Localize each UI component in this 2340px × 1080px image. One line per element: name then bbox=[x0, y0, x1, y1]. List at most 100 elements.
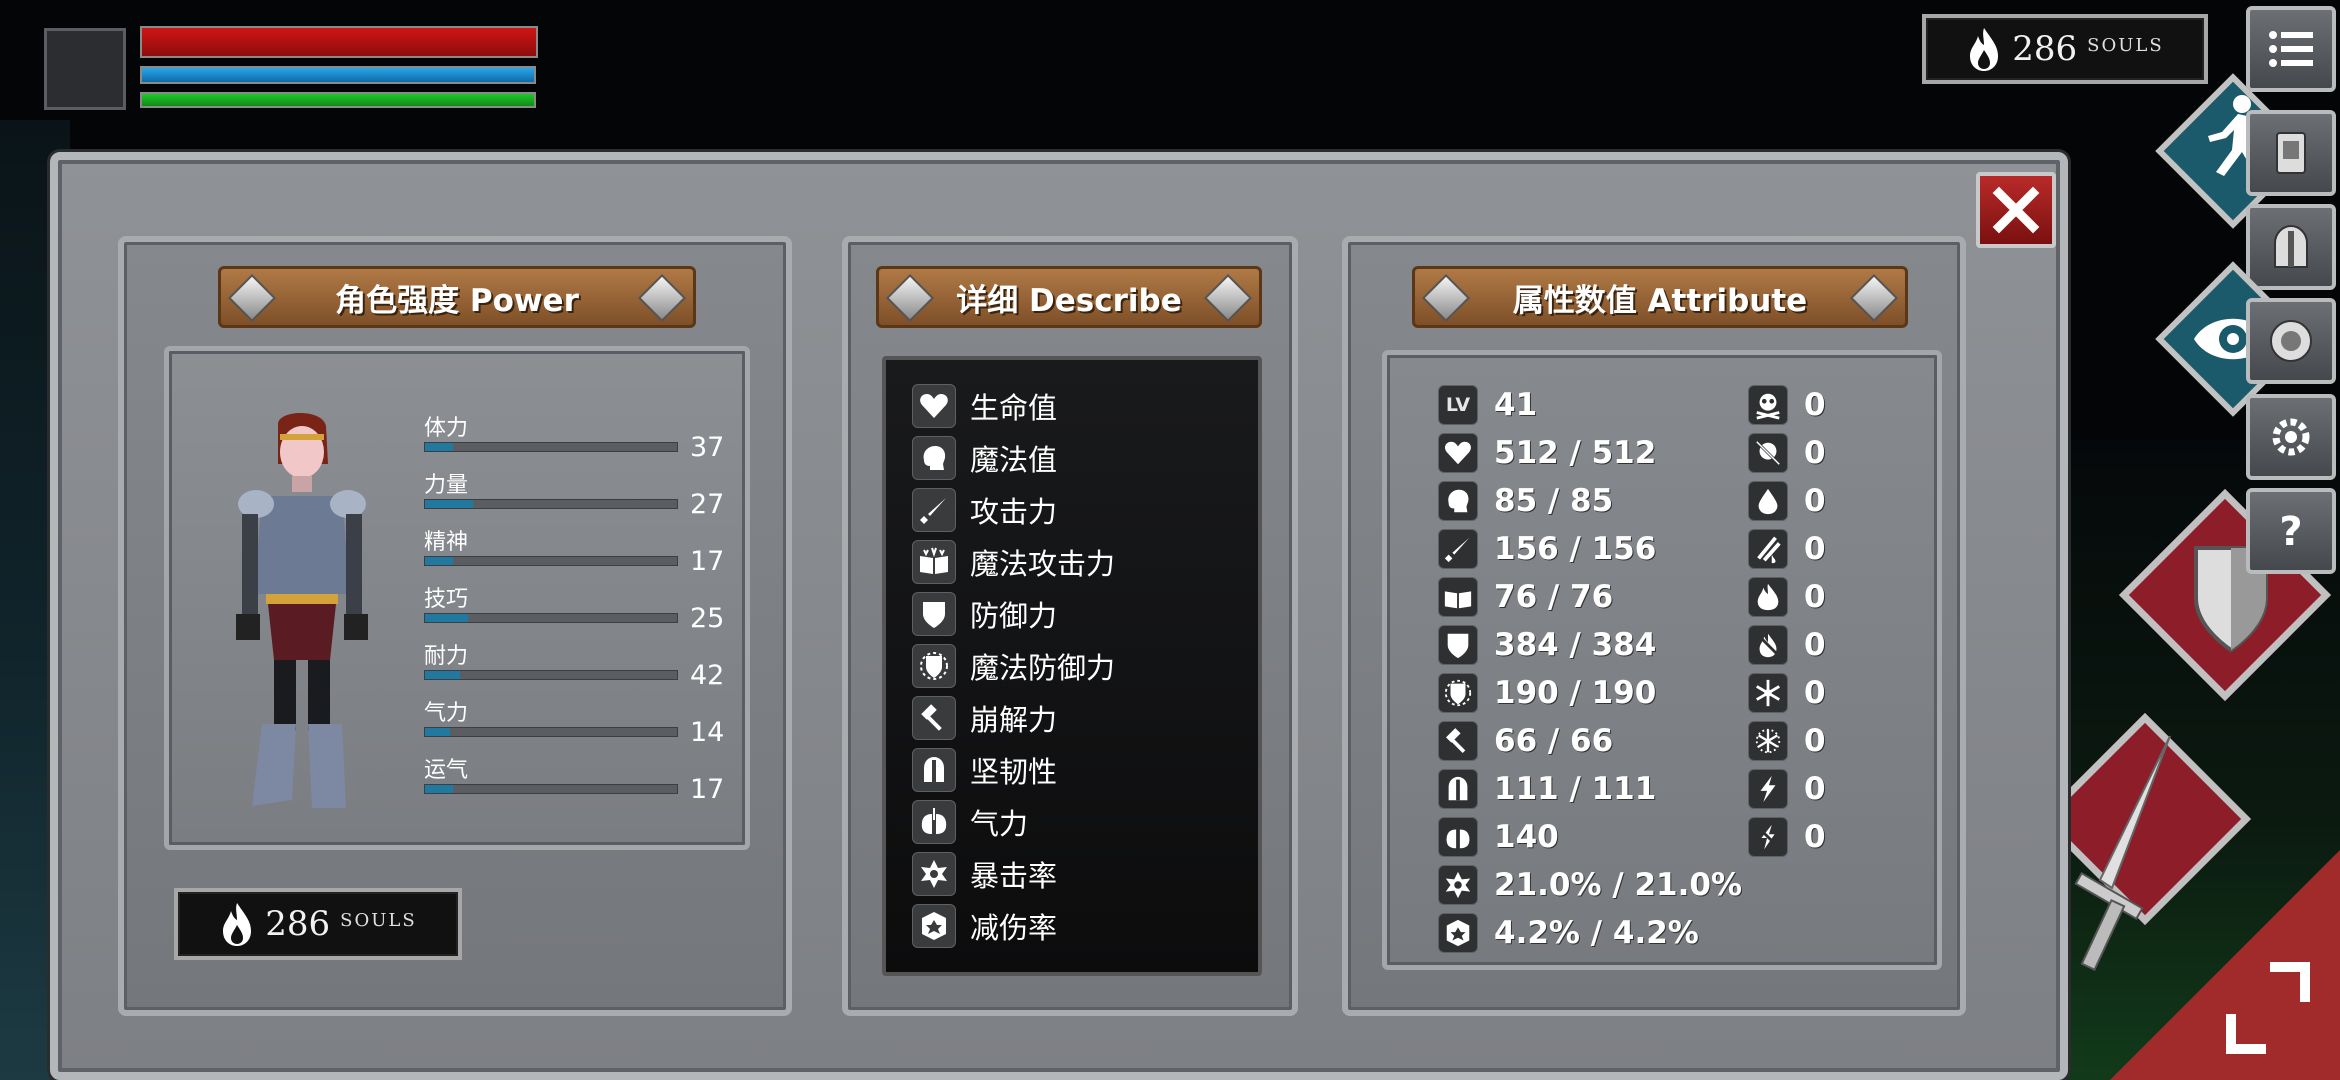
attribute-value: 76 / 76 bbox=[1494, 579, 1614, 615]
stat-row: 气力 14 bbox=[424, 695, 725, 748]
curse-icon bbox=[1748, 433, 1788, 473]
helmet-icon bbox=[2274, 224, 2308, 268]
character-model[interactable] bbox=[222, 404, 380, 824]
stat-bar-fill bbox=[425, 671, 461, 679]
equipment-button[interactable] bbox=[2246, 204, 2336, 290]
settings-button[interactable] bbox=[2246, 394, 2336, 480]
describe-label: 魔法值 bbox=[970, 443, 1058, 477]
hammer-icon bbox=[1438, 721, 1478, 761]
souls-counter-top: 286 SOULS bbox=[1922, 14, 2208, 84]
describe-item: 魔法攻击力 bbox=[912, 540, 1115, 584]
resistance-value: 0 bbox=[1804, 387, 1826, 423]
stat-bar bbox=[424, 613, 678, 623]
sword-icon bbox=[2074, 735, 2171, 972]
shield-icon bbox=[912, 592, 956, 636]
player-portrait[interactable] bbox=[44, 28, 126, 110]
lungs-icon bbox=[1438, 817, 1478, 857]
attribute-item: 21.0% / 21.0% bbox=[1438, 864, 1742, 906]
helmet-icon bbox=[1438, 769, 1478, 809]
attribute-item: 156 / 156 bbox=[1438, 528, 1656, 570]
describe-label: 生命值 bbox=[970, 391, 1058, 425]
describe-label: 攻击力 bbox=[970, 495, 1058, 529]
level-label: LV bbox=[1445, 394, 1471, 416]
stat-value: 14 bbox=[690, 717, 725, 748]
describe-item: 坚韧性 bbox=[912, 748, 1057, 792]
stat-row: 体力 37 bbox=[424, 410, 724, 463]
stat-bar bbox=[424, 670, 678, 680]
describe-label: 气力 bbox=[970, 807, 1029, 841]
gear-icon bbox=[2272, 418, 2310, 456]
gem-icon bbox=[227, 273, 277, 323]
describe-item: 魔法防御力 bbox=[912, 644, 1115, 688]
attribute-value: 66 / 66 bbox=[1494, 723, 1614, 759]
shield-icon bbox=[1438, 625, 1478, 665]
souls-unit: SOULS bbox=[2087, 34, 2164, 56]
resistance-item: 0 bbox=[1748, 528, 1826, 570]
brain-icon bbox=[912, 436, 956, 480]
help-icon: ? bbox=[2279, 509, 2302, 555]
attribute-item: 66 / 66 bbox=[1438, 720, 1613, 762]
describe-item: 生命值 bbox=[912, 384, 1057, 428]
fire-slash-icon bbox=[1748, 625, 1788, 665]
close-button[interactable] bbox=[1976, 172, 2056, 248]
attribute-item: 384 / 384 bbox=[1438, 624, 1656, 666]
poison-skull-icon bbox=[1748, 385, 1788, 425]
resistance-item: 0 bbox=[1748, 432, 1826, 474]
attribute-item: 512 / 512 bbox=[1438, 432, 1656, 474]
stat-value: 25 bbox=[690, 603, 725, 634]
resistance-item: 0 bbox=[1748, 480, 1826, 522]
attribute-value: 384 / 384 bbox=[1494, 627, 1657, 663]
heart-icon bbox=[912, 384, 956, 428]
describe-item: 魔法值 bbox=[912, 436, 1057, 480]
spellbook-icon bbox=[1438, 577, 1478, 617]
stat-label: 体力 bbox=[424, 416, 469, 441]
describe-label: 魔法攻击力 bbox=[970, 547, 1116, 581]
attribute-value: 41 bbox=[1494, 387, 1538, 423]
describe-header: 详细 Describe bbox=[876, 266, 1262, 328]
flame-icon bbox=[223, 903, 252, 946]
brain-icon bbox=[1438, 481, 1478, 521]
stat-value: 42 bbox=[690, 660, 725, 691]
stat-label: 力量 bbox=[424, 473, 469, 498]
lungs-icon bbox=[912, 800, 956, 844]
attribute-value: 512 / 512 bbox=[1494, 435, 1657, 471]
describe-label: 防御力 bbox=[970, 599, 1058, 633]
stat-label: 精神 bbox=[424, 530, 469, 555]
attribute-item: LV 41 bbox=[1438, 384, 1537, 426]
menu-button[interactable] bbox=[2246, 6, 2336, 92]
attribute-value: 4.2% / 4.2% bbox=[1494, 915, 1699, 951]
blood-drop-icon bbox=[1748, 481, 1788, 521]
attribute-value: 85 / 85 bbox=[1494, 483, 1614, 519]
rune-icon bbox=[2270, 320, 2312, 362]
resistance-value: 0 bbox=[1804, 675, 1826, 711]
stat-bar-fill bbox=[425, 443, 453, 451]
stat-row: 耐力 42 bbox=[424, 638, 725, 691]
gem-icon bbox=[1203, 273, 1253, 323]
map-button[interactable] bbox=[2246, 110, 2336, 196]
skills-button[interactable] bbox=[2246, 298, 2336, 384]
stat-row: 精神 17 bbox=[424, 524, 725, 577]
souls-unit: SOULS bbox=[340, 909, 417, 931]
resistance-value: 0 bbox=[1804, 723, 1826, 759]
expand-corner-icon[interactable] bbox=[2270, 962, 2310, 1002]
souls-counter-panel: 286 SOULS bbox=[174, 888, 462, 960]
stat-bar-fill bbox=[425, 614, 468, 622]
stat-row: 运气 17 bbox=[424, 752, 724, 805]
attribute-item: 4.2% / 4.2% bbox=[1438, 912, 1699, 954]
stat-bar bbox=[424, 727, 678, 737]
stat-label: 耐力 bbox=[424, 644, 469, 669]
help-button[interactable]: ? bbox=[2246, 488, 2336, 574]
magic-shield-icon bbox=[912, 644, 956, 688]
resistance-value: 0 bbox=[1804, 579, 1826, 615]
attribute-item: 140 bbox=[1438, 816, 1559, 858]
stat-label: 技巧 bbox=[424, 587, 469, 612]
stat-value: 17 bbox=[690, 546, 725, 577]
describe-label: 减伤率 bbox=[970, 911, 1058, 945]
collapse-corner-icon[interactable] bbox=[2226, 1014, 2266, 1054]
describe-item: 攻击力 bbox=[912, 488, 1057, 532]
sword-icon bbox=[912, 488, 956, 532]
souls-count: 286 bbox=[2012, 29, 2078, 69]
souls-count: 286 bbox=[265, 904, 331, 944]
describe-item: 减伤率 bbox=[912, 904, 1057, 948]
describe-label: 崩解力 bbox=[970, 703, 1058, 737]
